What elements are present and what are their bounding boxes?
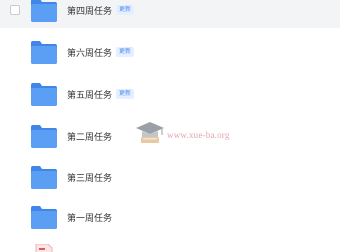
file-name[interactable]: 第二周任务 [67,130,112,143]
file-name[interactable]: 第三周任务 [67,171,112,184]
file-name[interactable]: 第四周任务 [67,4,112,17]
file-list: 第四周任务 更新 第六周任务 更新 第五周任务 更新 第二周任务 第三周任务 第… [0,0,340,252]
file-name[interactable]: 第一周任务 [67,211,112,224]
file-row[interactable]: 第一周任务 [0,199,340,235]
folder-icon [30,164,58,190]
row-checkbox[interactable] [10,5,20,15]
folder-icon [30,0,58,23]
file-row[interactable]: 第三周任务 [0,159,340,195]
file-name[interactable]: 第六周任务 [67,46,112,59]
file-name[interactable]: 第五周任务 [67,88,112,101]
update-badge: 更新 [116,89,135,99]
update-badge: 更新 [116,5,135,15]
file-row[interactable]: 第五周任务 更新 [0,76,340,112]
document-icon [34,243,54,252]
folder-icon [30,39,58,65]
file-row[interactable]: 第六周任务 更新 [0,34,340,70]
update-badge: 更新 [116,47,135,57]
file-row[interactable]: 第四周任务 更新 [0,0,340,28]
folder-icon [30,123,58,149]
folder-icon [30,204,58,230]
file-row[interactable]: 第二周任务 [0,118,340,154]
folder-icon [30,81,58,107]
